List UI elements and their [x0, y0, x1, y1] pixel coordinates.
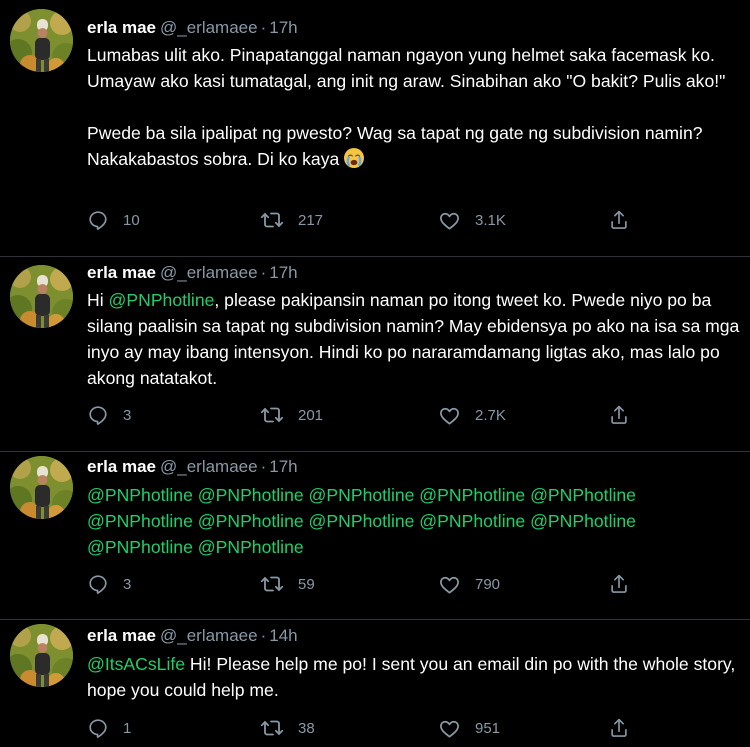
handle[interactable]: @_erlamaee — [160, 626, 258, 645]
loudly-crying-face-icon — [343, 147, 365, 169]
tweet[interactable]: erla mae @_erlamaee · 17h Hi @PNPhotline, p… — [0, 257, 750, 452]
greeting-text: Hi — [87, 290, 109, 310]
tweet-paragraph-text: Pwede ba sila ipalipat ng pwesto? Wag sa… — [87, 123, 703, 169]
tweet-header: erla mae @_erlamaee · 17h — [87, 454, 298, 480]
tweet-actions: 3 59 790 — [87, 570, 647, 598]
timestamp[interactable]: 14h — [269, 626, 297, 645]
reply-count: 1 — [123, 719, 132, 737]
retweet-button[interactable]: 59 — [260, 570, 315, 598]
separator-dot: · — [260, 263, 267, 282]
tweet-header: erla mae @_erlamaee · 14h — [87, 623, 298, 649]
timestamp[interactable]: 17h — [269, 18, 297, 37]
share-icon — [608, 717, 630, 739]
reply-count: 10 — [123, 211, 140, 229]
heart-icon — [438, 573, 461, 596]
retweet-count: 201 — [298, 406, 324, 424]
handle[interactable]: @_erlamaee — [160, 18, 258, 37]
retweet-count: 217 — [298, 211, 324, 229]
reply-button[interactable]: 1 — [87, 714, 131, 742]
tweet-text: @ItsACsLife Hi! Please help me po! I sen… — [87, 651, 747, 703]
retweet-icon — [260, 572, 284, 596]
tweet[interactable]: erla mae @_erlamaee · 17h @PNPhotline @PNPh… — [0, 452, 750, 620]
retweet-icon — [260, 716, 284, 740]
display-name[interactable]: erla mae — [87, 626, 156, 645]
tweet[interactable]: erla mae @_erlamaee · 14h @ItsACsLife Hi! P… — [0, 620, 750, 747]
share-icon — [608, 573, 630, 595]
heart-icon — [438, 404, 461, 427]
reply-count: 3 — [123, 406, 132, 424]
handle[interactable]: @_erlamaee — [160, 263, 258, 282]
like-button[interactable]: 3.1K — [438, 206, 506, 234]
tweet-text: @PNPhotline @PNPhotline @PNPhotline @PNP… — [87, 482, 687, 560]
mention-link[interactable]: @ItsACsLife — [87, 654, 185, 674]
retweet-count: 59 — [298, 575, 315, 593]
reply-icon — [87, 209, 109, 231]
like-count: 951 — [475, 719, 501, 737]
reply-button[interactable]: 3 — [87, 401, 131, 429]
tweet-paragraph: Lumabas ulit ako. Pinapatanggal naman ng… — [87, 45, 726, 91]
like-count: 3.1K — [475, 211, 506, 229]
like-count: 790 — [475, 575, 501, 593]
retweet-button[interactable]: 217 — [260, 206, 323, 234]
tweet-paragraph-spacer — [87, 94, 747, 120]
share-button[interactable] — [608, 206, 630, 234]
retweet-count: 38 — [298, 719, 315, 737]
tweet-actions: 1 38 951 — [87, 714, 647, 742]
tweet-text: Hi @PNPhotline, please pakipansin naman … — [87, 287, 747, 391]
avatar[interactable] — [10, 456, 73, 519]
tweet-paragraph: @ItsACsLife Hi! Please help me po! I sen… — [87, 651, 747, 703]
handle[interactable]: @_erlamaee — [160, 457, 258, 476]
like-count: 2.7K — [475, 406, 506, 424]
avatar[interactable] — [10, 265, 73, 328]
retweet-button[interactable]: 38 — [260, 714, 315, 742]
tweet[interactable]: erla mae @_erlamaee · 17h Lumabas ulit ako.… — [0, 0, 750, 257]
display-name[interactable]: erla mae — [87, 457, 156, 476]
timestamp[interactable]: 17h — [269, 263, 297, 282]
reply-icon — [87, 404, 109, 426]
mention-link[interactable]: @PNPhotline — [109, 290, 215, 310]
tweet-text: Lumabas ulit ako. Pinapatanggal naman ng… — [87, 42, 747, 172]
reply-icon — [87, 717, 109, 739]
share-icon — [608, 404, 630, 426]
share-icon — [608, 209, 630, 231]
separator-dot: · — [260, 626, 267, 645]
tweet-thread: erla mae @_erlamaee · 17h Lumabas ulit ako.… — [0, 0, 750, 747]
retweet-button[interactable]: 201 — [260, 401, 323, 429]
heart-icon — [438, 717, 461, 740]
separator-dot: · — [260, 18, 267, 37]
avatar[interactable] — [10, 9, 73, 72]
timestamp[interactable]: 17h — [269, 457, 297, 476]
retweet-icon — [260, 403, 284, 427]
display-name[interactable]: erla mae — [87, 18, 156, 37]
reply-icon — [87, 573, 109, 595]
like-button[interactable]: 790 — [438, 570, 500, 598]
tweet-paragraph-text: Hi! Please help me po! I sent you an ema… — [87, 654, 736, 700]
mention-links[interactable]: @PNPhotline @PNPhotline @PNPhotline @PNP… — [87, 482, 687, 560]
reply-count: 3 — [123, 575, 132, 593]
share-button[interactable] — [608, 714, 630, 742]
heart-icon — [438, 209, 461, 232]
tweet-paragraph: Hi @PNPhotline, please pakipansin naman … — [87, 287, 747, 391]
like-button[interactable]: 2.7K — [438, 401, 506, 429]
share-button[interactable] — [608, 401, 630, 429]
tweet-paragraph: Pwede ba sila ipalipat ng pwesto? Wag sa… — [87, 120, 747, 172]
display-name[interactable]: erla mae — [87, 263, 156, 282]
reply-button[interactable]: 10 — [87, 206, 140, 234]
tweet-actions: 3 201 2.7K — [87, 401, 647, 429]
retweet-icon — [260, 208, 284, 232]
tweet-header: erla mae @_erlamaee · 17h — [87, 260, 298, 286]
reply-button[interactable]: 3 — [87, 570, 131, 598]
tweet-header: erla mae @_erlamaee · 17h — [87, 15, 298, 41]
tweet-actions: 10 217 3.1K — [87, 206, 647, 234]
avatar[interactable] — [10, 624, 73, 687]
like-button[interactable]: 951 — [438, 714, 500, 742]
separator-dot: · — [260, 457, 267, 476]
share-button[interactable] — [608, 570, 630, 598]
